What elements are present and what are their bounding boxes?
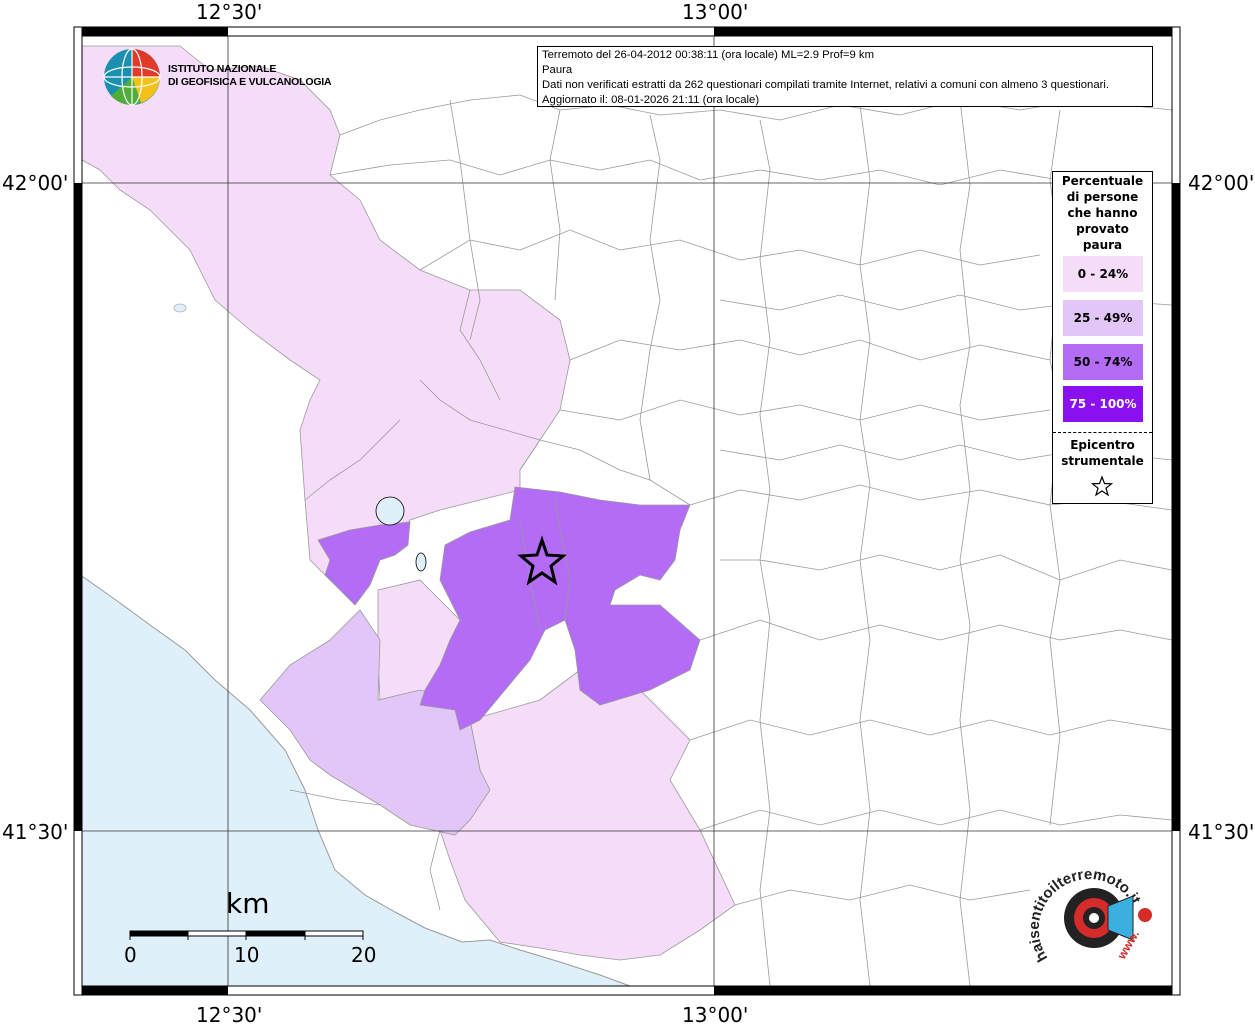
lon-label-top-right: 13°00'	[682, 0, 749, 24]
legend-epicenter-line: Epicentro	[1070, 438, 1135, 452]
legend-epicenter-line: strumentale	[1061, 454, 1144, 468]
scale-tick-0: 0	[124, 943, 137, 967]
scale-unit: km	[226, 887, 270, 920]
scale-tick-10: 10	[234, 943, 260, 967]
lat-label-left-top: 42°00'	[2, 171, 69, 195]
event-line: Terremoto del 26-04-2012 00:38:11 (ora l…	[542, 49, 874, 61]
lon-label-top-left: 12°30'	[196, 0, 263, 24]
parameter-line: Paura	[542, 64, 573, 76]
lon-label-bottom-left: 12°30'	[196, 1003, 263, 1027]
lat-label-right-bottom: 41°30'	[1188, 820, 1255, 844]
lat-label-right-top: 42°00'	[1188, 171, 1255, 195]
legend-title-line: Percentuale	[1061, 174, 1144, 188]
legend-title: Percentuale di persone che hanno provato…	[1053, 173, 1152, 253]
legend-epicenter-label: Epicentro strumentale	[1053, 437, 1152, 469]
legend-title-line: paura	[1082, 238, 1123, 252]
legend-title-line: che hanno	[1067, 206, 1138, 220]
disclaimer-line: Dati non verificati estratti da 262 ques…	[542, 79, 1110, 91]
ingv-line1: ISTITUTO NAZIONALE	[168, 63, 277, 75]
ingv-line2: DI GEOFISICA E VULCANOLOGIA	[168, 76, 332, 88]
star-icon	[1091, 475, 1113, 497]
scale-tick-20: 20	[351, 943, 377, 967]
lat-label-left-bottom: 41°30'	[2, 820, 69, 844]
legend: Percentuale di persone che hanno provato…	[1052, 171, 1153, 504]
legend-title-line: provato	[1076, 222, 1129, 236]
legend-item-50-74: 50 - 74%	[1063, 344, 1143, 380]
lake-small	[173, 303, 187, 313]
legend-divider	[1053, 432, 1152, 433]
megaphone-icon: haisentitoilterremoto.it www.	[1028, 868, 1152, 965]
ingv-logo-text: ISTITUTO NAZIONALE DI GEOFISICA E VULCAN…	[168, 63, 332, 89]
lon-label-bottom-right: 13°00'	[682, 1003, 749, 1027]
event-info-box: Terremoto del 26-04-2012 00:38:11 (ora l…	[537, 46, 1153, 107]
lake-martignano	[415, 552, 427, 572]
legend-item-75-100: 75 - 100%	[1063, 386, 1143, 422]
legend-title-line: di persone	[1066, 190, 1139, 204]
lake-bracciano	[375, 496, 405, 526]
globe-icon	[103, 48, 161, 106]
updated-line: Aggiornato il: 08-01-2026 21:11 (ora loc…	[542, 94, 760, 106]
legend-item-0-24: 0 - 24%	[1063, 256, 1143, 292]
legend-item-25-49: 25 - 49%	[1063, 300, 1143, 336]
